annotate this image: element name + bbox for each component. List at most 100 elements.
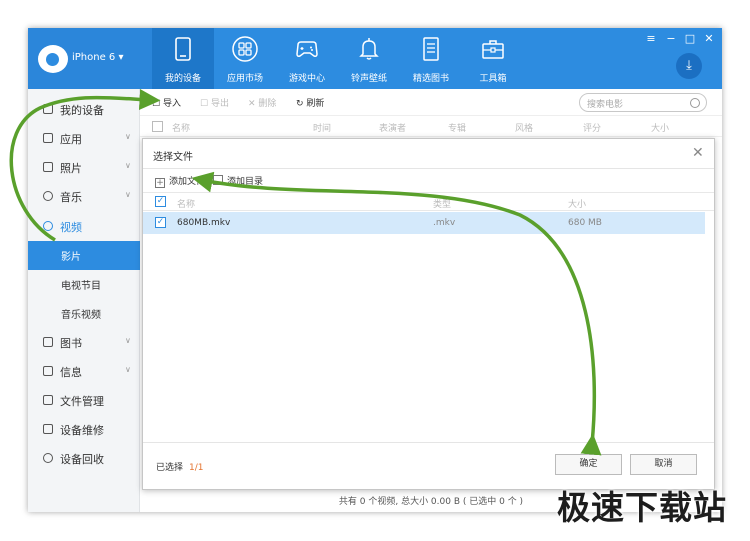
nav-app-market[interactable]: 应用市场 [214,28,276,89]
toolbox-icon [482,40,504,59]
add-file-button[interactable]: + 添加文件 [155,174,205,188]
refresh-label: 刷新 [306,99,325,109]
file-size: 680 MB [568,218,602,228]
sidebar-item-my-device[interactable]: 我的设备 [28,95,140,124]
sidebar-item-movies[interactable]: 影片 [28,241,140,270]
dialog-close-icon[interactable]: ✕ [692,145,704,161]
add-file-label: 添加文件 [169,177,206,187]
folder-icon [213,175,223,185]
sidebar-item-label: 音乐视频 [61,310,101,321]
column-header-rating[interactable]: 评分 [583,121,601,134]
device-selector[interactable]: iPhone 6 ▾ [28,28,152,89]
top-bar: iPhone 6 ▾ 我的设备 应用市场 游戏中心 铃声壁纸 精选图书 工具箱 … [28,28,722,89]
select-all-files-checkbox[interactable]: ✓ [155,196,166,207]
sidebar-item-tv-shows[interactable]: 电视节目 [28,270,140,299]
export-button[interactable]: ☐ 导出 [200,96,229,109]
minimize-icon[interactable]: − [664,32,678,46]
sidebar-item-music-videos[interactable]: 音乐视频 [28,299,140,328]
nav-label: 应用市场 [226,74,263,84]
file-name: 680MB.mkv [177,218,231,228]
search-icon[interactable] [690,98,700,108]
folder-icon [43,395,53,405]
nav-label: 工具箱 [479,74,507,84]
column-header-type[interactable]: 类型 [433,197,451,210]
nav-books[interactable]: 精选图书 [400,28,462,89]
nav-my-device[interactable]: 我的设备 [152,28,214,89]
sidebar-item-label: 照片 [60,162,82,175]
sidebar-item-photos[interactable]: 照片 ∨ [28,153,140,182]
sidebar-item-apps[interactable]: 应用 ∨ [28,124,140,153]
divider [143,442,714,443]
chevron-down-icon: ∨ [125,161,131,170]
movie-table-header: 名称 时间 表演者 专辑 风格 评分 大小 [140,115,722,137]
nav-label: 游戏中心 [288,74,325,84]
plus-icon: + [155,178,165,188]
column-header-size[interactable]: 大小 [568,197,586,210]
book-icon [423,37,439,61]
table-row[interactable]: ✓ 680MB.mkv .mkv 680 MB [143,212,705,234]
delete-button[interactable]: ✕ 删除 [248,96,276,109]
selected-label: 已选择 [156,463,184,473]
column-header-genre[interactable]: 风格 [515,121,533,134]
divider [143,168,714,169]
import-label: 导入 [162,99,181,109]
sidebar-item-file-manager[interactable]: 文件管理 [28,386,140,415]
select-all-checkbox[interactable] [152,121,163,132]
sidebar-item-label: 应用 [60,133,82,146]
row-checkbox[interactable]: ✓ [155,217,166,228]
books-icon [43,337,53,347]
nav-label: 铃声壁纸 [350,74,387,84]
watermark: 极速下载站 [557,488,727,527]
nav-game-center[interactable]: 游戏中心 [276,28,338,89]
sidebar-item-books[interactable]: 图书 ∨ [28,328,140,357]
column-header-name[interactable]: 名称 [177,197,195,210]
export-label: 导出 [210,99,229,109]
confirm-button[interactable]: 确定 [555,454,622,475]
column-header-album[interactable]: 专辑 [448,121,466,134]
delete-label: 删除 [258,99,277,109]
sidebar-item-label: 电视节目 [61,281,101,292]
download-icon[interactable]: ⤓ [676,53,702,79]
dialog-title: 选择文件 [153,152,193,163]
cancel-button[interactable]: 取消 [630,454,697,475]
add-folder-label: 添加目录 [227,177,264,187]
chevron-down-icon: ∨ [125,336,131,345]
sidebar-item-label: 信息 [60,366,82,379]
file-table-header: ✓ 名称 类型 大小 [143,192,714,211]
search-placeholder: 搜索电影 [587,100,624,110]
select-file-dialog: 选择文件 ✕ + 添加文件 添加目录 ✓ 名称 类型 大小 ✓ 680MB.mkv… [142,138,715,490]
menu-icon[interactable]: ≡ [644,32,658,46]
column-header-performer[interactable]: 表演者 [379,121,406,134]
app-window: iPhone 6 ▾ 我的设备 应用市场 游戏中心 铃声壁纸 精选图书 工具箱 … [28,28,722,512]
recycle-icon [43,453,53,463]
selection-summary: 已选择 1/1 [156,460,204,473]
app-logo-icon [38,45,68,73]
music-icon [43,191,53,201]
nav-ringtones-wallpapers[interactable]: 铃声壁纸 [338,28,400,89]
add-folder-button[interactable]: 添加目录 [213,174,263,187]
import-button[interactable]: ☐ 导入 [152,96,181,109]
column-header-time[interactable]: 时间 [313,121,331,134]
sidebar-item-label: 设备回收 [60,453,104,466]
sidebar: 我的设备 应用 ∨ 照片 ∨ 音乐 ∨ 视频 影片 电视节目 音乐视频 图书 ∨… [28,89,140,512]
bell-icon [359,38,379,60]
sidebar-item-music[interactable]: 音乐 ∨ [28,182,140,211]
sidebar-item-device-repair[interactable]: 设备维修 [28,415,140,444]
close-icon[interactable]: ✕ [702,32,716,46]
column-header-name[interactable]: 名称 [172,121,190,134]
selected-count: 1/1 [189,463,204,473]
apps-icon [43,133,53,143]
search-input[interactable]: 搜索电影 [579,93,707,112]
maximize-icon[interactable]: □ [683,32,697,46]
sidebar-item-label: 设备维修 [60,424,104,437]
sidebar-item-messages[interactable]: 信息 ∨ [28,357,140,386]
sidebar-item-device-recycle[interactable]: 设备回收 [28,444,140,473]
refresh-button[interactable]: ↻ 刷新 [296,96,324,109]
photo-icon [43,162,53,172]
device-name[interactable]: iPhone 6 ▾ [72,52,124,63]
column-header-size[interactable]: 大小 [651,121,669,134]
phone-icon [43,104,53,114]
nav-toolbox[interactable]: 工具箱 [462,28,524,89]
nav-label: 精选图书 [412,74,449,84]
sidebar-item-video[interactable]: 视频 [28,212,140,241]
